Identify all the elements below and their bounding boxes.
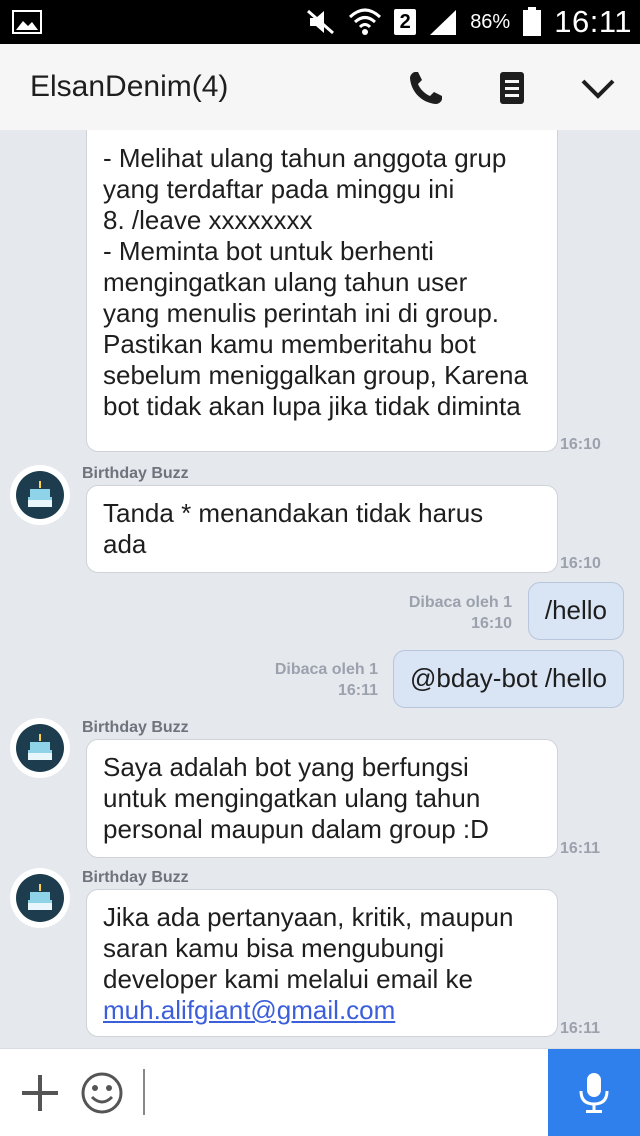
incoming-message[interactable]: Jika ada pertanyaan, kritik, maupun sara… bbox=[86, 889, 558, 1037]
incoming-message[interactable]: - Melihat ulang tahun anggota grup yang … bbox=[86, 130, 558, 452]
birthday-cake-icon bbox=[28, 884, 52, 910]
sim-slot-badge: 2 bbox=[394, 9, 417, 35]
battery-percent: 86% bbox=[470, 10, 511, 33]
message-time: 16:11 bbox=[560, 1020, 601, 1037]
battery-icon bbox=[523, 7, 542, 36]
message-time: 16:11 bbox=[560, 840, 601, 857]
plus-icon[interactable] bbox=[20, 1073, 60, 1113]
mic-button[interactable] bbox=[548, 1049, 640, 1136]
sender-name: Birthday Buzz bbox=[82, 465, 189, 482]
message-time: 16:10 bbox=[560, 555, 601, 572]
avatar[interactable] bbox=[10, 868, 70, 928]
chat-title[interactable]: ElsanDenim(4) bbox=[30, 70, 228, 104]
emoji-icon[interactable] bbox=[80, 1071, 124, 1115]
phone-icon[interactable] bbox=[406, 68, 446, 108]
incoming-message[interactable]: Saya adalah bot yang berfungsi untuk men… bbox=[86, 739, 558, 858]
clock: 16:11 bbox=[554, 4, 632, 39]
message-time: 16:10 bbox=[560, 436, 601, 453]
birthday-cake-icon bbox=[28, 734, 52, 760]
birthday-cake-icon bbox=[28, 481, 52, 507]
chat-header: ElsanDenim(4) bbox=[0, 44, 640, 130]
menu-icon[interactable] bbox=[492, 68, 532, 108]
sender-name: Birthday Buzz bbox=[82, 869, 189, 886]
chat-messages[interactable]: - Melihat ulang tahun anggota grup yang … bbox=[0, 130, 640, 1048]
avatar[interactable] bbox=[10, 465, 70, 525]
mic-icon bbox=[579, 1073, 609, 1113]
read-receipt: Dibaca oleh 1 16:11 bbox=[274, 661, 378, 699]
incoming-message[interactable]: Tanda * menandakan tidak harus ada bbox=[86, 485, 558, 573]
text-cursor bbox=[143, 1069, 145, 1115]
wifi-icon bbox=[349, 8, 382, 35]
message-text: Jika ada pertanyaan, kritik, maupun sara… bbox=[103, 902, 514, 994]
signal-icon bbox=[430, 10, 457, 35]
outgoing-message[interactable]: @bday-bot /hello bbox=[393, 650, 624, 708]
gallery-icon bbox=[12, 10, 42, 34]
avatar[interactable] bbox=[10, 718, 70, 778]
email-link[interactable]: muh.alifgiant@gmail.com bbox=[103, 995, 395, 1025]
message-input-bar bbox=[0, 1048, 640, 1136]
read-receipt: Dibaca oleh 1 16:10 bbox=[408, 594, 512, 632]
mute-icon bbox=[307, 9, 335, 35]
status-bar: 2 86% 16:11 bbox=[0, 0, 640, 44]
outgoing-message[interactable]: /hello bbox=[527, 582, 624, 640]
message-input[interactable] bbox=[150, 1069, 530, 1115]
chevron-down-icon[interactable] bbox=[578, 68, 618, 108]
sender-name: Birthday Buzz bbox=[82, 719, 189, 736]
